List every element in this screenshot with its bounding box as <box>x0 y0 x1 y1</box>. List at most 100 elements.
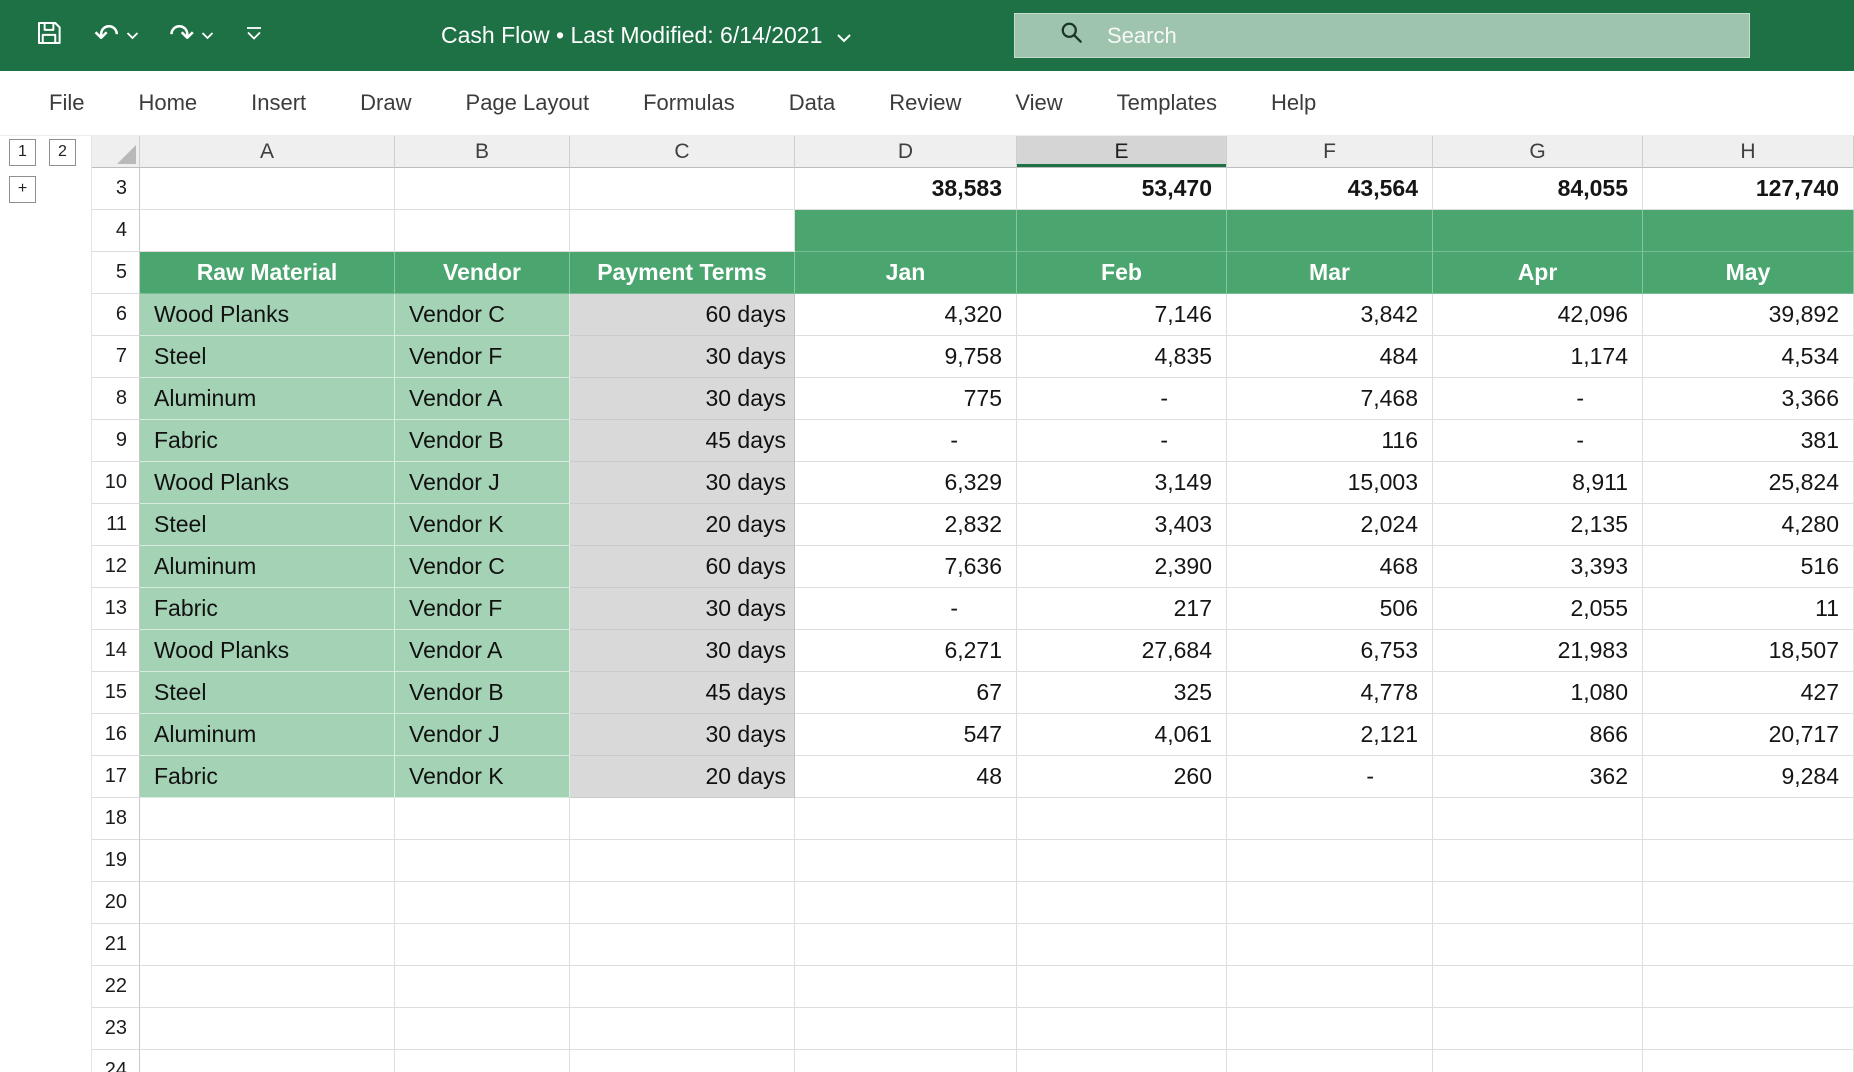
cell-H8[interactable]: 3,366 <box>1643 378 1854 420</box>
cell-D11[interactable]: 2,832 <box>795 504 1017 546</box>
cell-G9[interactable]: - <box>1433 420 1643 462</box>
cell-G23[interactable] <box>1433 1008 1643 1050</box>
cell-F9[interactable]: 116 <box>1227 420 1433 462</box>
cell-D19[interactable] <box>795 840 1017 882</box>
cell-F18[interactable] <box>1227 798 1433 840</box>
cell-E8[interactable]: - <box>1017 378 1227 420</box>
cell-G19[interactable] <box>1433 840 1643 882</box>
row-header-6[interactable]: 6 <box>92 294 140 336</box>
cell-B12[interactable]: Vendor C <box>395 546 570 588</box>
column-header-E[interactable]: E <box>1017 136 1227 168</box>
row-header-21[interactable]: 21 <box>92 924 140 966</box>
cell-H4[interactable] <box>1643 210 1854 252</box>
cell-A5[interactable]: Raw Material <box>140 252 395 294</box>
cell-D13[interactable]: - <box>795 588 1017 630</box>
cell-C21[interactable] <box>570 924 795 966</box>
cell-F15[interactable]: 4,778 <box>1227 672 1433 714</box>
row-header-23[interactable]: 23 <box>92 1008 140 1050</box>
cell-G21[interactable] <box>1433 924 1643 966</box>
row-header-20[interactable]: 20 <box>92 882 140 924</box>
cell-F4[interactable] <box>1227 210 1433 252</box>
cell-F3[interactable]: 43,564 <box>1227 168 1433 210</box>
cell-A15[interactable]: Steel <box>140 672 395 714</box>
cell-G14[interactable]: 21,983 <box>1433 630 1643 672</box>
cell-G16[interactable]: 866 <box>1433 714 1643 756</box>
cell-A21[interactable] <box>140 924 395 966</box>
cell-E18[interactable] <box>1017 798 1227 840</box>
cell-E20[interactable] <box>1017 882 1227 924</box>
undo-button[interactable]: ↶ <box>94 20 139 51</box>
search-box[interactable]: Search <box>1014 13 1750 58</box>
cell-B15[interactable]: Vendor B <box>395 672 570 714</box>
cell-B3[interactable] <box>395 168 570 210</box>
cell-A16[interactable]: Aluminum <box>140 714 395 756</box>
cell-A20[interactable] <box>140 882 395 924</box>
cell-H24[interactable] <box>1643 1050 1854 1072</box>
cell-C9[interactable]: 45 days <box>570 420 795 462</box>
cell-C20[interactable] <box>570 882 795 924</box>
cell-D18[interactable] <box>795 798 1017 840</box>
cell-B4[interactable] <box>395 210 570 252</box>
cell-E24[interactable] <box>1017 1050 1227 1072</box>
cell-E15[interactable]: 325 <box>1017 672 1227 714</box>
column-header-F[interactable]: F <box>1227 136 1433 168</box>
cell-H17[interactable]: 9,284 <box>1643 756 1854 798</box>
cell-E10[interactable]: 3,149 <box>1017 462 1227 504</box>
cell-D9[interactable]: - <box>795 420 1017 462</box>
cell-C15[interactable]: 45 days <box>570 672 795 714</box>
cell-A18[interactable] <box>140 798 395 840</box>
cell-D14[interactable]: 6,271 <box>795 630 1017 672</box>
cell-E12[interactable]: 2,390 <box>1017 546 1227 588</box>
row-header-3[interactable]: 3 <box>92 168 140 210</box>
cell-C19[interactable] <box>570 840 795 882</box>
cell-G4[interactable] <box>1433 210 1643 252</box>
cell-B13[interactable]: Vendor F <box>395 588 570 630</box>
cell-H11[interactable]: 4,280 <box>1643 504 1854 546</box>
cell-C12[interactable]: 60 days <box>570 546 795 588</box>
menu-tab-data[interactable]: Data <box>762 90 862 116</box>
row-header-22[interactable]: 22 <box>92 966 140 1008</box>
cell-A6[interactable]: Wood Planks <box>140 294 395 336</box>
cell-B22[interactable] <box>395 966 570 1008</box>
menu-tab-templates[interactable]: Templates <box>1090 90 1244 116</box>
cell-A23[interactable] <box>140 1008 395 1050</box>
cell-A9[interactable]: Fabric <box>140 420 395 462</box>
cell-D20[interactable] <box>795 882 1017 924</box>
cell-B21[interactable] <box>395 924 570 966</box>
cell-A7[interactable]: Steel <box>140 336 395 378</box>
cell-H9[interactable]: 381 <box>1643 420 1854 462</box>
cell-B7[interactable]: Vendor F <box>395 336 570 378</box>
cell-A12[interactable]: Aluminum <box>140 546 395 588</box>
cell-G3[interactable]: 84,055 <box>1433 168 1643 210</box>
cell-H7[interactable]: 4,534 <box>1643 336 1854 378</box>
cell-C18[interactable] <box>570 798 795 840</box>
cell-F8[interactable]: 7,468 <box>1227 378 1433 420</box>
menu-tab-help[interactable]: Help <box>1244 90 1343 116</box>
menu-tab-file[interactable]: File <box>22 90 111 116</box>
cell-A8[interactable]: Aluminum <box>140 378 395 420</box>
cell-C6[interactable]: 60 days <box>570 294 795 336</box>
column-header-D[interactable]: D <box>795 136 1017 168</box>
cell-G17[interactable]: 362 <box>1433 756 1643 798</box>
cell-D8[interactable]: 775 <box>795 378 1017 420</box>
menu-tab-home[interactable]: Home <box>111 90 224 116</box>
cell-F20[interactable] <box>1227 882 1433 924</box>
cell-G12[interactable]: 3,393 <box>1433 546 1643 588</box>
column-header-G[interactable]: G <box>1433 136 1643 168</box>
row-header-9[interactable]: 9 <box>92 420 140 462</box>
cell-C3[interactable] <box>570 168 795 210</box>
cell-A14[interactable]: Wood Planks <box>140 630 395 672</box>
cell-C5[interactable]: Payment Terms <box>570 252 795 294</box>
document-title-menu[interactable]: Cash Flow • Last Modified: 6/14/2021 <box>441 0 852 71</box>
cell-C24[interactable] <box>570 1050 795 1072</box>
row-header-17[interactable]: 17 <box>92 756 140 798</box>
menu-tab-insert[interactable]: Insert <box>224 90 333 116</box>
cell-H22[interactable] <box>1643 966 1854 1008</box>
cell-D22[interactable] <box>795 966 1017 1008</box>
cell-E5[interactable]: Feb <box>1017 252 1227 294</box>
cell-B19[interactable] <box>395 840 570 882</box>
cell-E9[interactable]: - <box>1017 420 1227 462</box>
row-header-14[interactable]: 14 <box>92 630 140 672</box>
cell-C17[interactable]: 20 days <box>570 756 795 798</box>
cell-D3[interactable]: 38,583 <box>795 168 1017 210</box>
